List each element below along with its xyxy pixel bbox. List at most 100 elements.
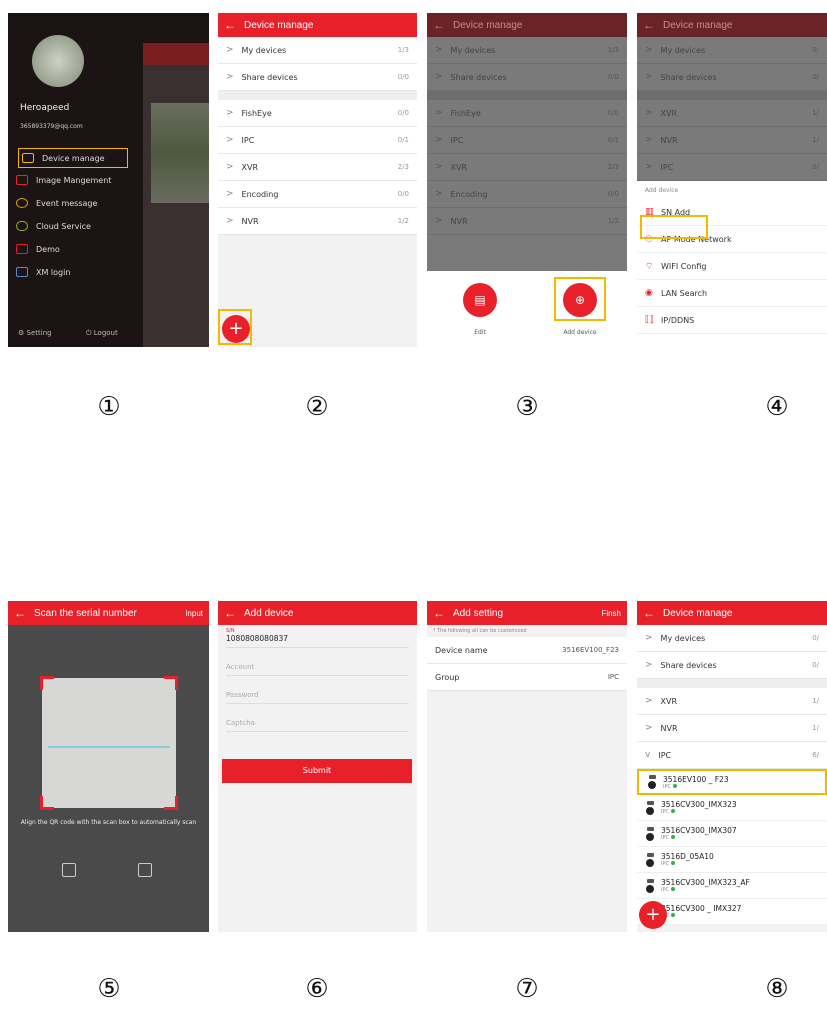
app-bar: ← Add setting Finsh bbox=[427, 601, 627, 625]
chevron-right-icon: > bbox=[226, 216, 234, 226]
screen-device-manage-add-popup: ← Device manage > My devices 1/3 > Share dev… bbox=[427, 13, 627, 347]
add-fab-button[interactable]: + bbox=[639, 901, 667, 929]
flashlight-icon[interactable] bbox=[138, 863, 152, 877]
list-item[interactable]: > My devices 1/3 bbox=[218, 37, 417, 64]
list-item[interactable]: > Share devices 0/0 bbox=[218, 64, 417, 91]
highlight-box bbox=[554, 277, 606, 321]
online-status-icon bbox=[670, 861, 675, 865]
list-item[interactable]: > FishEye 0/0 bbox=[427, 100, 627, 127]
logout-button[interactable]: ⏻ Logout bbox=[86, 329, 118, 338]
chevron-right-icon: > bbox=[435, 189, 443, 199]
menu-item-xm-login[interactable]: XM login bbox=[16, 262, 126, 282]
password-field[interactable]: Password bbox=[226, 676, 409, 704]
menu-item-image-management[interactable]: Image Mangement bbox=[16, 170, 126, 190]
list-item[interactable]: > My devices 0/ bbox=[637, 37, 827, 64]
step-number-5: ⑤ bbox=[97, 974, 121, 1004]
scan-hint: Align the QR code with the scan box to a… bbox=[20, 819, 197, 826]
list-item[interactable]: > NVR 1/ bbox=[637, 127, 827, 154]
step-number-3: ③ bbox=[515, 392, 539, 422]
menu-item-event-message[interactable]: Event message bbox=[16, 193, 126, 213]
back-arrow-icon[interactable]: ← bbox=[643, 606, 655, 620]
chevron-right-icon: > bbox=[226, 162, 234, 172]
setting-button[interactable]: ⚙ Setting bbox=[18, 329, 52, 337]
chevron-right-icon: > bbox=[435, 135, 443, 145]
list-item[interactable]: > XVR 2/3 bbox=[427, 154, 627, 181]
list-item[interactable]: > My devices 0/ bbox=[637, 625, 827, 652]
highlight-box bbox=[218, 309, 252, 345]
screen-add-device-menu: ← Device manage > My devices 0/ > Share devi… bbox=[637, 13, 827, 347]
back-arrow-icon[interactable]: ← bbox=[224, 606, 236, 620]
step-number-4: ④ bbox=[765, 392, 789, 422]
list-item[interactable]: > My devices 1/3 bbox=[427, 37, 627, 64]
chevron-right-icon: > bbox=[435, 45, 443, 55]
highlight-box bbox=[640, 215, 708, 239]
app-bar: ← Device manage bbox=[427, 13, 627, 37]
screen-device-manage-list: ← Device manage > My devices 0/ > Share devi… bbox=[637, 601, 827, 932]
menu-item-device-manage[interactable]: Device manage bbox=[18, 148, 128, 168]
bell-icon bbox=[16, 198, 28, 208]
list-item[interactable]: > Encoding 0/0 bbox=[218, 181, 417, 208]
device-row[interactable]: 3516CV300_IMX307 IPC bbox=[637, 821, 827, 847]
chevron-right-icon: > bbox=[435, 216, 443, 226]
chevron-down-icon: v bbox=[645, 750, 651, 760]
finish-button[interactable]: Finsh bbox=[601, 609, 621, 618]
avatar[interactable] bbox=[32, 35, 84, 87]
device-row[interactable]: 3516D_05A10 IPC bbox=[637, 847, 827, 873]
list-item[interactable]: > XVR 1/ bbox=[637, 100, 827, 127]
device-name-row[interactable]: Device name 3516EV100_F23 bbox=[427, 637, 627, 664]
list-item[interactable]: > XVR 1/ bbox=[637, 688, 827, 715]
list-item[interactable]: > NVR 1/2 bbox=[427, 208, 627, 235]
app-bar: ← Device manage bbox=[637, 13, 827, 37]
list-item[interactable]: > IPC 0/ bbox=[637, 154, 827, 181]
ip-icon: ⟦⟧ bbox=[645, 315, 654, 325]
back-arrow-icon[interactable]: ← bbox=[433, 606, 445, 620]
chevron-right-icon: > bbox=[645, 696, 653, 706]
menu-item-ip-ddns[interactable]: ⟦⟧ IP/DDNS bbox=[637, 307, 827, 334]
online-status-icon bbox=[670, 835, 675, 839]
gallery-icon[interactable] bbox=[62, 863, 76, 877]
list-item[interactable]: > Share devices 0/ bbox=[637, 652, 827, 679]
device-row[interactable]: 3516CV300_IMX323 IPC bbox=[637, 795, 827, 821]
sn-input[interactable]: 1080808080837 bbox=[226, 634, 409, 643]
menu-item-lan-search[interactable]: ◉ LAN Search bbox=[637, 280, 827, 307]
page-title: Add device bbox=[244, 607, 294, 619]
device-row[interactable]: 3516EV100 _ F23 IPC bbox=[637, 769, 827, 795]
list-item[interactable]: > NVR 1/2 bbox=[218, 208, 417, 235]
list-item[interactable]: > XVR 2/3 bbox=[218, 154, 417, 181]
menu-item-wifi-config[interactable]: ⌔ WIFI Config bbox=[637, 253, 827, 280]
screen-scan-serial: ← Scan the serial number Input Align the Q… bbox=[8, 601, 209, 932]
submit-button[interactable]: Submit bbox=[222, 759, 412, 783]
captcha-field[interactable]: Captcha bbox=[226, 704, 409, 732]
list-item[interactable]: > Share devices 0/0 bbox=[427, 64, 627, 91]
list-item[interactable]: > NVR 1/ bbox=[637, 715, 827, 742]
back-arrow-icon[interactable]: ← bbox=[224, 18, 236, 32]
chevron-right-icon: > bbox=[645, 135, 653, 145]
list-item[interactable]: > Encoding 0/0 bbox=[427, 181, 627, 208]
list-item[interactable]: > Share devices 0/ bbox=[637, 64, 827, 91]
chevron-right-icon: > bbox=[226, 108, 234, 118]
device-row[interactable]: 3516CV300_IMX323_AF IPC bbox=[637, 873, 827, 899]
camera-icon bbox=[645, 826, 655, 841]
edit-button[interactable]: ▤ bbox=[463, 283, 497, 317]
list-item[interactable]: > IPC 0/1 bbox=[427, 127, 627, 154]
input-button[interactable]: Input bbox=[185, 609, 203, 618]
camera-icon bbox=[645, 878, 655, 893]
back-arrow-icon[interactable]: ← bbox=[14, 606, 26, 620]
group-row[interactable]: Group IPC bbox=[427, 664, 627, 691]
page-title: Device manage bbox=[453, 19, 523, 31]
login-icon bbox=[16, 267, 28, 277]
list-item[interactable]: > FishEye 0/0 bbox=[218, 100, 417, 127]
account-field[interactable]: Account bbox=[226, 648, 409, 676]
list-item[interactable]: > IPC 0/1 bbox=[218, 127, 417, 154]
cloud-icon bbox=[16, 221, 28, 231]
image-icon bbox=[16, 175, 28, 185]
device-icon bbox=[22, 153, 34, 163]
list-item[interactable]: v IPC 6/ bbox=[637, 742, 827, 769]
menu-item-cloud-service[interactable]: Cloud Service bbox=[16, 216, 126, 236]
screen-add-device-form: ← Add device S/N 1080808080837 Account Pa… bbox=[218, 601, 417, 932]
menu-item-demo[interactable]: Demo bbox=[16, 239, 126, 259]
back-arrow-icon[interactable]: ← bbox=[643, 18, 655, 32]
back-arrow-icon[interactable]: ← bbox=[433, 18, 445, 32]
add-device-label: Add device bbox=[563, 329, 597, 336]
camera-icon bbox=[647, 775, 657, 789]
